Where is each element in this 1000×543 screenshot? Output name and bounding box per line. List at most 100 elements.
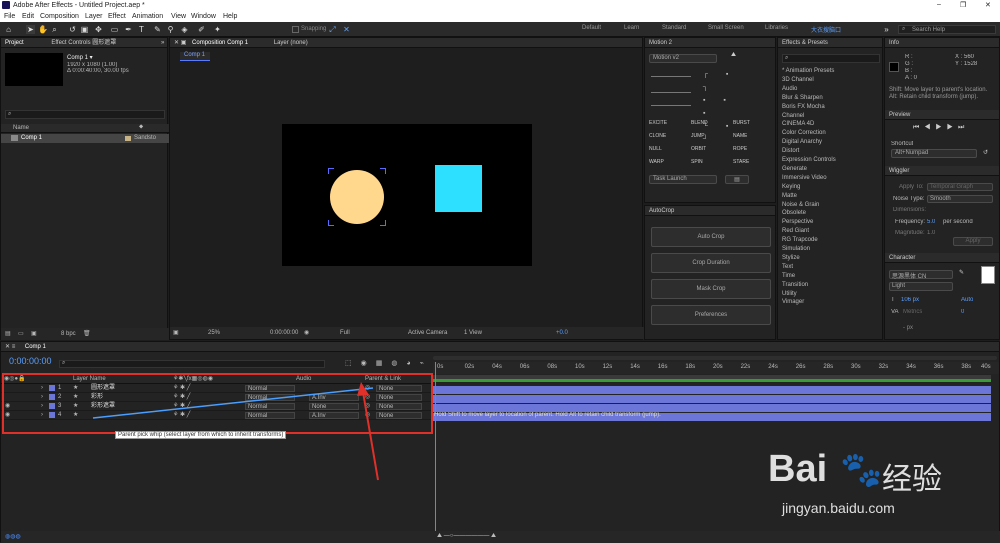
preview-title[interactable]: Preview [889,112,910,118]
workspace-overflow-icon[interactable]: » [882,25,891,34]
motion-button-blend[interactable]: BLEND [691,120,708,126]
anchor-grid[interactable]: ┌ ▪ ┐ ▪ ▪ ▪ └ ▪ ┘ [703,68,747,143]
tab-layer[interactable]: Layer (none) [274,40,308,46]
motion2-title[interactable]: Motion 2 [649,40,672,46]
fill-stroke-swatch[interactable] [981,266,995,284]
effects-category-item[interactable]: RG Trapcode [782,237,818,243]
effects-search-box[interactable]: ⌕ [782,54,880,63]
effects-category-item[interactable]: Obsolete [782,210,806,216]
menu-window[interactable]: Window [191,13,216,20]
info-title[interactable]: Info [889,40,899,46]
motion-button-spin[interactable]: SPIN [691,159,703,165]
kerning-value[interactable]: 0 [961,309,964,315]
effects-category-item[interactable]: Boris FX Mocha [782,104,825,110]
motion-button-stare[interactable]: STARE [733,159,749,165]
maximize-button[interactable]: ❐ [960,1,966,9]
auto-crop-button[interactable]: Auto Crop [651,227,771,247]
font-style-select[interactable]: Light [889,282,953,291]
effects-category-item[interactable]: Utility [782,291,797,297]
comp-canvas[interactable] [282,124,532,266]
project-item-row[interactable]: Comp 1 Sandsto [1,134,169,143]
font-family-select[interactable]: 思源黑体 CN [889,270,953,280]
pan-behind-icon[interactable]: ✥ [94,25,103,34]
tracking-value[interactable]: Metrics [903,309,922,315]
preferences-button[interactable]: Preferences [651,305,771,325]
eyedropper-icon[interactable]: ✎ [959,269,964,276]
snapping-checkbox[interactable] [292,26,299,33]
close-button[interactable]: ✕ [985,1,991,9]
autocrop-title[interactable]: AutoCrop [649,208,674,214]
preview-controls[interactable]: ⏮◀▶▶⏭ [913,124,969,132]
brush-tool-icon[interactable]: ✎ [153,25,162,34]
footer-toggle-icons[interactable]: ◍◍◍ [5,533,21,540]
effects-category-item[interactable]: Keying [782,184,800,190]
search-help-box[interactable]: ⌕ Search Help [898,25,996,34]
zoom-slider[interactable]: ⛰ ━○━━━━━━ ⛰ [437,533,496,540]
new-folder-icon[interactable]: ▭ [18,330,24,337]
effects-category-item[interactable]: Stylize [782,255,800,261]
effects-category-item[interactable]: Noise & Grain [782,202,819,208]
menu-file[interactable]: File [4,13,15,20]
effects-category-item[interactable]: Simulation [782,246,810,252]
wiggler-noise-select[interactable]: Smooth [927,195,993,203]
motion-button-excite[interactable]: EXCITE [649,120,667,126]
rectangle-tool-icon[interactable]: ▭ [110,25,119,34]
eraser-tool-icon[interactable]: ◈ [180,25,189,34]
workspace-learn[interactable]: Learn [624,25,639,31]
effects-category-item[interactable]: Text [782,264,793,270]
delete-icon[interactable]: 🗑 [83,330,91,337]
camera-tool-icon[interactable]: ▣ [80,25,89,34]
snap-edges-icon[interactable]: ⤢ [328,25,337,34]
effects-category-item[interactable]: 3D Channel [782,77,814,83]
motion-button-clone[interactable]: CLONE [649,133,666,139]
interpret-footage-icon[interactable]: ▤ [5,330,11,337]
type-tool-icon[interactable]: T [137,25,146,34]
motion-button-orbit[interactable]: ORBIT [691,146,706,152]
column-name[interactable]: Name [13,125,29,131]
minimize-button[interactable]: – [937,1,941,8]
rotate-tool-icon[interactable]: ↺ [68,25,77,34]
leading-value[interactable]: Auto [961,297,973,303]
roto-brush-icon[interactable]: ✐ [197,25,206,34]
motion-version-select[interactable]: Motion v2 [649,54,717,63]
selection-tool-icon[interactable]: ➤ [26,25,35,34]
wiggler-freq-value[interactable]: 5.0 [927,219,935,225]
workspace-libraries[interactable]: Libraries [765,25,788,31]
slider-3[interactable] [651,105,691,106]
effects-category-item[interactable]: Channel [782,113,804,119]
menu-layer[interactable]: Layer [85,13,103,20]
crop-duration-button[interactable]: Crop Duration [651,253,771,273]
search-help-input[interactable]: Search Help [912,27,945,33]
wiggler-mag-value[interactable]: 1.0 [927,230,935,236]
effects-category-item[interactable]: Red Giant [782,228,809,234]
wiggler-apply-to-select[interactable]: Temporal Graph [927,183,993,191]
pen-tool-icon[interactable]: ✒ [124,25,133,34]
slider-2[interactable] [651,92,691,93]
tab-composition[interactable]: Composition Comp 1 [192,40,248,46]
workspace-default[interactable]: Default [582,25,601,31]
effects-category-item[interactable]: * Animation Presets [782,68,834,74]
effects-category-item[interactable]: Expression Controls [782,157,836,163]
mask-crop-button[interactable]: Mask Crop [651,279,771,299]
workspace-standard[interactable]: Standard [662,25,686,31]
zoom-tool-icon[interactable]: ⌕ [50,25,59,34]
motion-button-warp[interactable]: WARP [649,159,664,165]
menu-view[interactable]: View [171,13,186,20]
wiggler-apply-button[interactable]: Apply [953,237,993,246]
wiggler-title[interactable]: Wiggler [889,168,909,174]
motion-button-jump[interactable]: JUMP [691,133,705,139]
effects-category-item[interactable]: Time [782,273,795,279]
new-comp-icon[interactable]: ▣ [31,330,37,337]
magnification-icon[interactable]: ▣ [173,329,179,336]
motion-button-rope[interactable]: ROPE [733,146,747,152]
project-search-box[interactable]: ⌕ [5,110,165,119]
menu-composition[interactable]: Composition [40,13,79,20]
effects-category-item[interactable]: Color Correction [782,130,826,136]
quality-select[interactable]: Full [340,330,350,336]
stroke-width-value[interactable]: - px [903,325,913,331]
panel-expand-icon[interactable]: » [161,38,164,48]
comp-breadcrumb[interactable]: Comp 1 [180,52,210,61]
views-select[interactable]: 1 View [464,330,482,336]
hand-tool-icon[interactable]: ✋ [38,25,48,34]
close-tab-icon[interactable]: ✕ ▣ [174,40,186,46]
